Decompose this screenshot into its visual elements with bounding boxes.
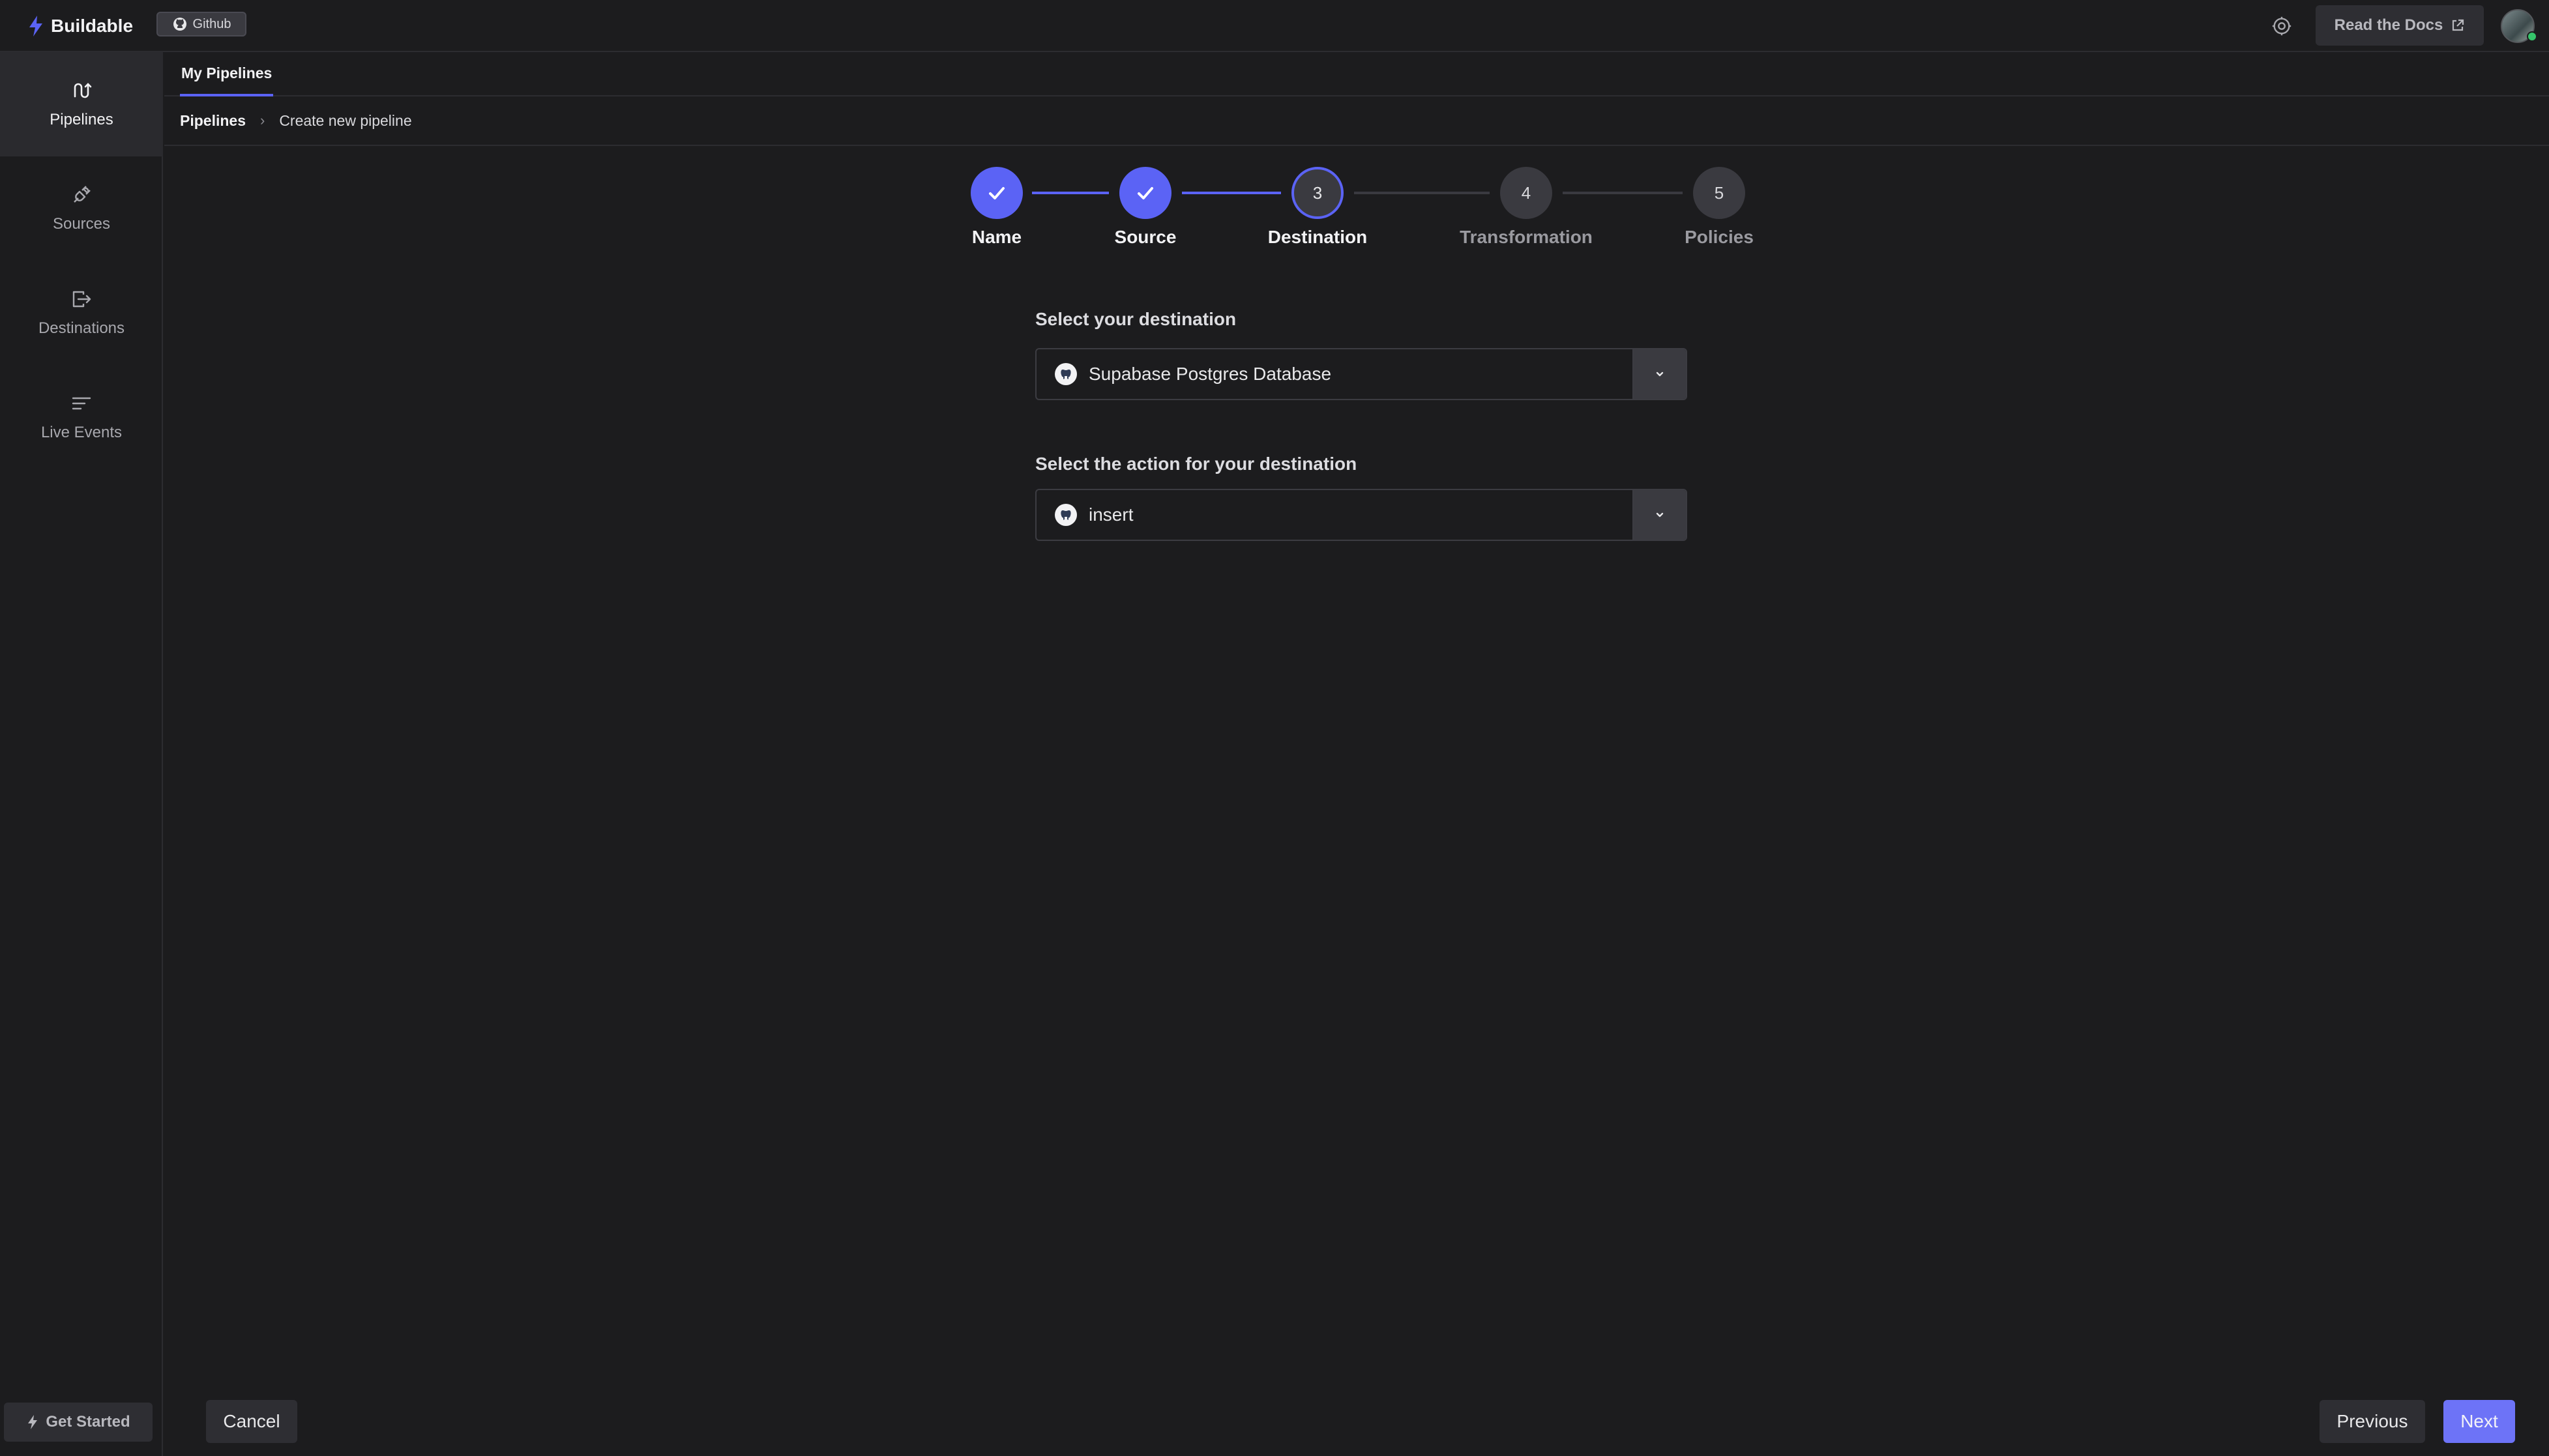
breadcrumb-current: Create new pipeline (279, 111, 412, 129)
action-select[interactable]: insert (1035, 489, 1687, 541)
action-dropdown-toggle[interactable] (1632, 490, 1686, 540)
settings-icon[interactable] (2270, 14, 2293, 38)
destination-select[interactable]: Supabase Postgres Database (1035, 348, 1687, 400)
sidebar: Pipelines Sources Destinations Live Even… (0, 52, 163, 1456)
destination-dropdown-toggle[interactable] (1632, 349, 1686, 399)
step-5-label: Policies (1685, 227, 1754, 247)
pipeline-icon (74, 83, 92, 98)
step-connector (1354, 192, 1490, 194)
cancel-button[interactable]: Cancel (206, 1400, 297, 1443)
brand-name: Buildable (51, 16, 134, 36)
breadcrumb-pipelines[interactable]: Pipelines (180, 112, 246, 130)
step-4-circle: 4 (1500, 167, 1552, 219)
get-started-label: Get Started (46, 1413, 130, 1431)
chevron-down-icon (1656, 371, 1664, 377)
plug-icon (74, 186, 91, 203)
check-icon (989, 187, 1005, 199)
next-button[interactable]: Next (2443, 1400, 2515, 1443)
breadcrumb-separator: › (259, 112, 265, 128)
sidebar-item-label: Live Events (40, 424, 123, 441)
postgres-icon (1055, 504, 1077, 526)
destination-label: Select your destination (1035, 309, 1237, 329)
github-icon (173, 18, 186, 31)
step-4-number: 4 (1521, 182, 1531, 203)
sidebar-item-destinations[interactable]: Destinations (0, 261, 163, 365)
breadcrumb: Pipelines › Create new pipeline (164, 96, 2549, 146)
get-started-button[interactable]: Get Started (4, 1403, 153, 1442)
sidebar-item-pipelines[interactable]: Pipelines (0, 52, 163, 156)
export-icon (72, 291, 91, 308)
lightning-icon (29, 16, 42, 36)
postgres-icon (1055, 363, 1077, 385)
tab-bar: My Pipelines (164, 52, 2549, 96)
top-bar: Buildable Github Read the Docs (0, 0, 2549, 52)
online-status-indicator (2527, 31, 2537, 42)
sidebar-item-label: Destinations (38, 319, 125, 337)
github-label: Github (192, 16, 231, 31)
action-value: insert (1089, 504, 1134, 525)
sidebar-item-sources[interactable]: Sources (0, 156, 163, 261)
lines-icon (72, 397, 91, 410)
lightning-icon (28, 1415, 38, 1429)
step-3-number: 3 (1312, 182, 1323, 203)
sidebar-item-live-events[interactable]: Live Events (0, 365, 163, 469)
previous-button[interactable]: Previous (2320, 1400, 2425, 1443)
tab-my-pipelines[interactable]: My Pipelines (180, 52, 274, 96)
action-label: Select the action for your destination (1035, 454, 1357, 474)
step-5-number: 5 (1714, 182, 1724, 203)
read-docs-label: Read the Docs (2334, 16, 2443, 34)
destination-value: Supabase Postgres Database (1089, 364, 1332, 384)
brand-logo[interactable]: Buildable (27, 12, 133, 40)
step-1-label: Name (971, 227, 1022, 247)
step-5-circle: 5 (1693, 167, 1745, 219)
read-docs-button[interactable]: Read the Docs (2316, 5, 2484, 46)
sidebar-item-label: Pipelines (50, 111, 113, 128)
github-button[interactable]: Github (156, 12, 246, 36)
sidebar-item-label: Sources (52, 215, 111, 233)
step-connector (1182, 192, 1281, 194)
step-2-circle (1119, 167, 1171, 219)
step-connector (1563, 192, 1683, 194)
step-connector (1032, 192, 1109, 194)
step-3-label: Destination (1267, 227, 1368, 247)
step-3-circle: 3 (1291, 167, 1344, 219)
chevron-down-icon (1656, 512, 1664, 517)
step-4-label: Transformation (1460, 227, 1593, 247)
step-1-circle (971, 167, 1023, 219)
check-icon (1138, 187, 1153, 199)
external-link-icon (2453, 19, 2464, 31)
step-2-label: Source (1114, 227, 1177, 247)
